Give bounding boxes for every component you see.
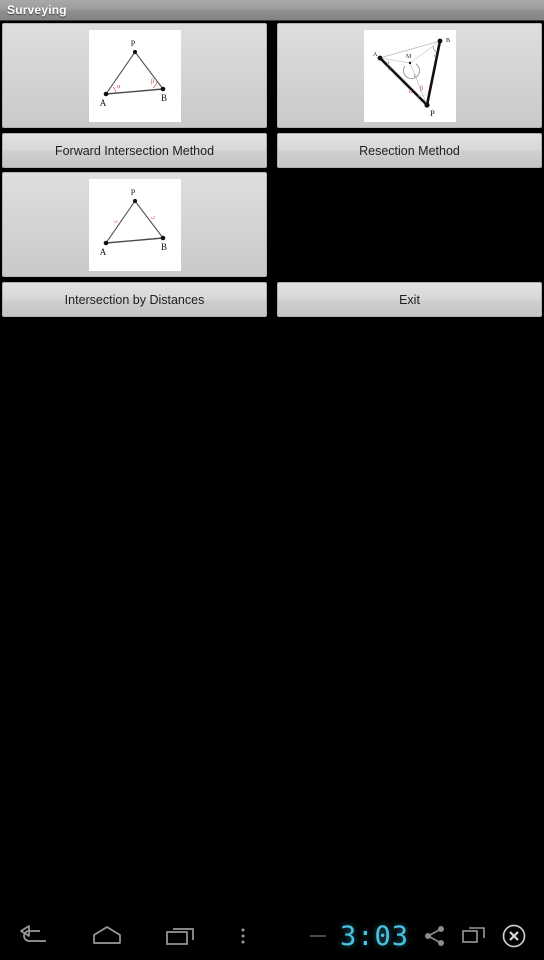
- grid-row: P A B α β Forward Intersection Method A …: [0, 22, 544, 171]
- forward-intersection-image-button[interactable]: P A B α β: [2, 23, 267, 128]
- navigation-bar: 3:03: [0, 912, 544, 960]
- svg-text:B: B: [160, 93, 166, 103]
- back-icon[interactable]: [18, 925, 50, 947]
- grid-cell-resection: A B P M ψ φ r α β Resection Method: [275, 22, 544, 171]
- svg-text:A: A: [99, 98, 106, 108]
- window-resize-icon[interactable]: [461, 925, 487, 947]
- nav-status-area: 3:03: [310, 923, 527, 950]
- svg-text:r: r: [414, 73, 416, 79]
- nav-system-buttons: [0, 925, 300, 947]
- svg-text:φ: φ: [434, 53, 437, 59]
- menu-overflow-icon[interactable]: [238, 925, 248, 947]
- svg-text:B: B: [446, 38, 450, 44]
- grid-cell-intersection-by-distances: P A B s1 s2 Intersection by Distances: [0, 171, 269, 320]
- resection-method-button[interactable]: Resection Method: [277, 133, 542, 168]
- svg-text:A: A: [99, 247, 106, 257]
- exit-image-placeholder: [277, 172, 542, 277]
- svg-text:s2: s2: [151, 215, 155, 220]
- close-icon[interactable]: [501, 923, 527, 949]
- intersection-by-distances-diagram: P A B s1 s2: [88, 178, 181, 271]
- recent-apps-icon[interactable]: [164, 925, 198, 947]
- share-icon[interactable]: [423, 925, 447, 947]
- svg-text:B: B: [160, 242, 166, 252]
- home-icon[interactable]: [90, 925, 124, 947]
- forward-intersection-diagram: P A B α β: [88, 29, 181, 122]
- status-clock: 3:03: [340, 920, 410, 952]
- svg-text:s1: s1: [114, 219, 118, 224]
- resection-diagram: A B P M ψ φ r α β: [363, 29, 456, 122]
- title-bar: Surveying: [0, 0, 544, 21]
- grid-cell-forward-intersection: P A B α β Forward Intersection Method: [0, 22, 269, 171]
- page-title: Surveying: [7, 3, 67, 17]
- svg-text:A: A: [373, 52, 378, 58]
- svg-text:M: M: [406, 54, 412, 60]
- svg-text:P: P: [130, 39, 135, 48]
- separator-dash: [310, 935, 326, 937]
- intersection-by-distances-button[interactable]: Intersection by Distances: [2, 282, 267, 317]
- grid-cell-exit: Exit: [275, 171, 544, 320]
- svg-text:P: P: [430, 108, 435, 118]
- exit-button[interactable]: Exit: [277, 282, 542, 317]
- svg-text:α: α: [409, 88, 413, 95]
- resection-image-button[interactable]: A B P M ψ φ r α β: [277, 23, 542, 128]
- intersection-by-distances-image-button[interactable]: P A B s1 s2: [2, 172, 267, 277]
- svg-text:P: P: [130, 188, 135, 197]
- svg-text:ψ: ψ: [388, 66, 392, 72]
- svg-text:α: α: [117, 83, 121, 90]
- app-root: Surveying P A B α β Forward Intersection…: [0, 0, 544, 960]
- method-grid: P A B α β Forward Intersection Method A …: [0, 22, 544, 320]
- forward-intersection-method-button[interactable]: Forward Intersection Method: [2, 133, 267, 168]
- grid-row: P A B s1 s2 Intersection by Distances Ex…: [0, 171, 544, 320]
